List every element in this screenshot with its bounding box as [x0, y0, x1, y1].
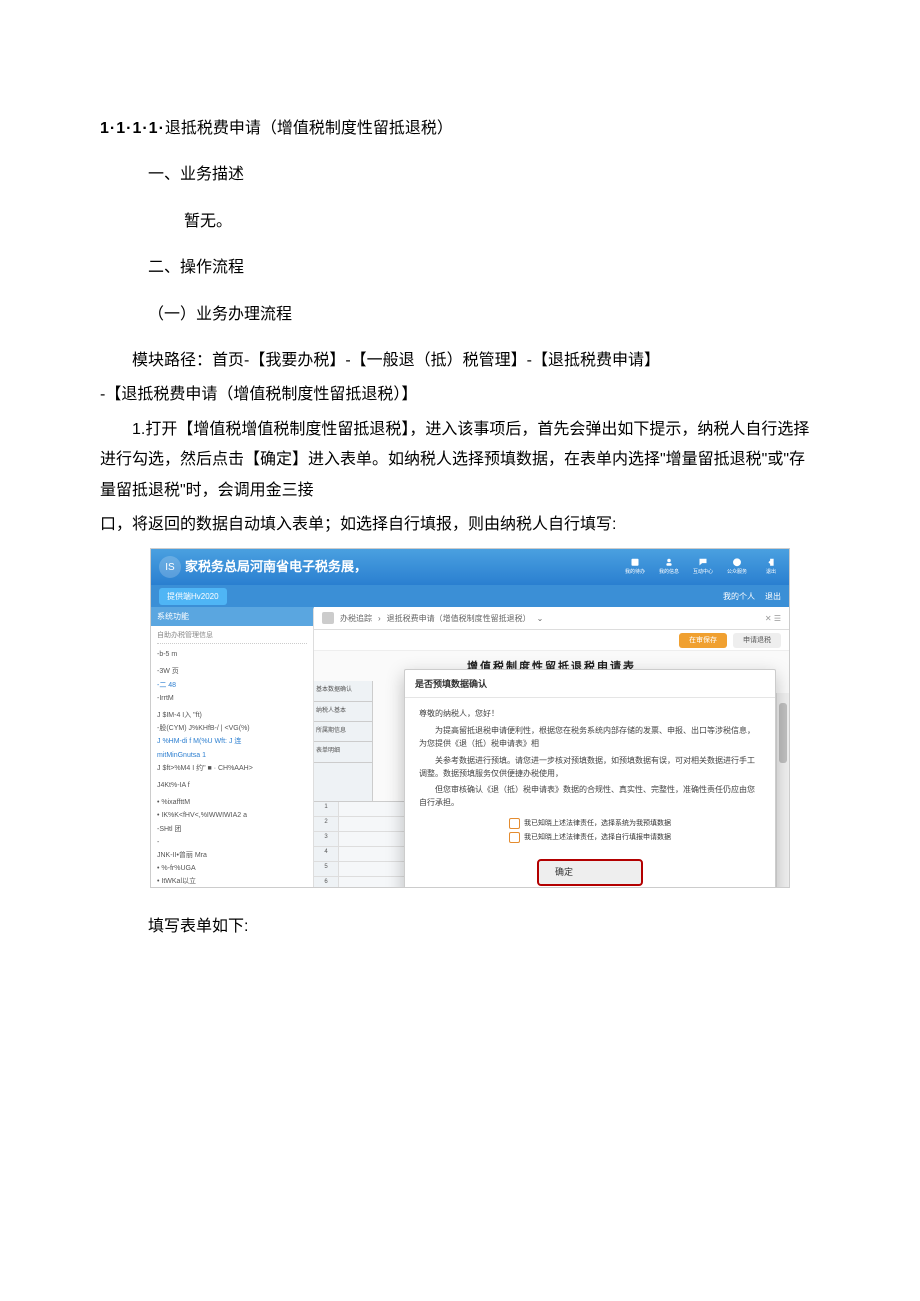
header-icon-todo[interactable]: 我的待办 — [625, 557, 645, 577]
reset-button[interactable]: 申请退税 — [733, 633, 781, 648]
sidebar-item[interactable]: • IK%K<fHV<,%IWWIWIA2 a — [157, 809, 307, 822]
header-icon-label: 我的待办 — [625, 568, 645, 578]
sidebar-item[interactable]: -股(CYM) J%KHfB-/ | <VG(%) — [157, 722, 307, 735]
modal-paragraph: 为提高留抵退税申请便利性，根据您在税务系统内部存储的发票、申报、出口等涉税信息，… — [419, 725, 761, 751]
modal-paragraph: 关参考数据进行预填。请您进一步核对预填数据，如预填数据有误，可对相关数据进行手工… — [419, 755, 761, 781]
option-self-fill[interactable]: 我已知晓上述法律责任，选择自行填报申请数据 — [509, 832, 671, 843]
toolbar: 在审保存 申请退税 — [314, 630, 789, 651]
module-path-1: 模块路径：首页-【我要办税】-【一般退（抵）税管理】-【退抵税费申请】 — [100, 346, 820, 376]
sidebar-item[interactable]: J4Kt%-IA f — [157, 779, 307, 792]
option-prefill[interactable]: 我已知晓上述法律责任，选择系统为我预填数据 — [509, 818, 671, 829]
crumb-1[interactable]: 办税追踪 — [340, 611, 372, 626]
after-shot-text: 填写表单如下: — [148, 912, 820, 942]
sidebar-item[interactable]: - — [157, 836, 307, 849]
main-panel: 办税追踪 › 退抵税费申请（增值税制度性留抵退税） ⌄ ✕ ☰ 在审保存 申请退… — [314, 607, 789, 887]
save-button[interactable]: 在审保存 — [679, 633, 727, 648]
app-title: 家税务总局河南省电子税务展， — [185, 555, 367, 580]
form-left-label: 表单明细 — [314, 742, 372, 762]
app-screenshot: IS 家税务总局河南省电子税务展， 我的待办 我的信息 互动中心 公众服务 — [150, 548, 790, 888]
header-icon-info[interactable]: 我的信息 — [659, 557, 679, 577]
form-left-label: 纳税人基本 — [314, 702, 372, 722]
form-left-label: 所属期信息 — [314, 722, 372, 742]
subheader-link-1[interactable]: 我的个人 — [723, 589, 755, 604]
header-icon-public[interactable]: 公众服务 — [727, 557, 747, 577]
header-icon-row: 我的待办 我的信息 互动中心 公众服务 退出 — [625, 557, 781, 577]
section-1-body: 暂无。 — [184, 207, 820, 237]
heading-number: 1·1·1·1· — [100, 120, 165, 137]
sidebar-item[interactable]: -IrrtM — [157, 692, 307, 705]
sidebar-item[interactable]: • %ixaffttM — [157, 796, 307, 809]
sidebar-item[interactable]: • ItWKal以立 — [157, 875, 307, 887]
header-icon-label: 公众服务 — [727, 568, 747, 578]
form-area: 增值税制度性留抵退税申请表 基本数据确认 纳税人基本 所属期信息 表单明细 1 … — [314, 651, 789, 887]
crumb-chevron-icon[interactable]: ⌄ — [537, 611, 544, 626]
sidebar-item[interactable]: J %HM-di f M(%U Wft: J 连 — [157, 735, 307, 748]
doc-heading: 1·1·1·1·退抵税费申请（增值税制度性留抵退税） — [100, 114, 820, 144]
subheader-badge[interactable]: 提供端Hv2020 — [159, 588, 227, 605]
header-icon-interact[interactable]: 互动中心 — [693, 557, 713, 577]
crumb-2[interactable]: 退抵税费申请（增值税制度性留抵退税） — [387, 611, 531, 626]
modal-options: 我已知晓上述法律责任，选择系统为我预填数据 我已知晓上述法律责任，选择自行填报申… — [419, 818, 761, 843]
sidebar-item[interactable]: mitMinGnutsa 1 — [157, 749, 307, 762]
form-left-label: 基本数据确认 — [314, 681, 372, 701]
heading-text: 退抵税费申请（增值税制度性留抵退税） — [165, 120, 453, 137]
section-2-sub1: （一）业务办理流程 — [148, 300, 820, 330]
sidebar-subtitle: 自助办税管理信息 — [157, 630, 307, 644]
app-logo: IS — [159, 556, 181, 578]
close-icon[interactable]: ✕ ☰ — [765, 611, 781, 626]
section-2-title: 二、操作流程 — [148, 253, 820, 283]
confirm-modal: 是否预填数据确认 尊敬的纳税人，您好！ 为提高留抵退税申请便利性，根据您在税务系… — [404, 669, 776, 887]
module-path-2: -【退抵税费申请（增值税制度性留抵退税）】 — [100, 380, 820, 410]
confirm-button[interactable]: 确定 — [537, 859, 643, 886]
option-label: 我已知晓上述法律责任，选择系统为我预填数据 — [524, 818, 671, 829]
app-header: IS 家税务总局河南省电子税务展， 我的待办 我的信息 互动中心 公众服务 — [151, 549, 789, 585]
header-icon-label: 互动中心 — [693, 568, 713, 578]
step-1-a: 1.打开【增值税增值税制度性留抵退税】，进入该事项后，首先会弹出如下提示，纳税人… — [100, 415, 820, 506]
breadcrumb: 办税追踪 › 退抵税费申请（增值税制度性留抵退税） ⌄ ✕ ☰ — [314, 607, 789, 630]
app-logo-text: IS — [165, 558, 174, 577]
sidebar-item[interactable]: -3W 页 — [157, 665, 307, 678]
option-label: 我已知晓上述法律责任，选择自行填报申请数据 — [524, 832, 671, 843]
header-icon-label: 退出 — [766, 568, 776, 578]
sidebar-item[interactable]: -SHtl 团 — [157, 823, 307, 836]
step-1-b: 口，将返回的数据自动填入表单；如选择自行填报，则由纳税人自行填写: — [100, 510, 820, 540]
checkbox-icon[interactable] — [509, 832, 520, 843]
modal-paragraph: 但您审核确认《退（抵）税申请表》数据的合规性、真实性、完整性，准确性责任仍应由您… — [419, 784, 761, 810]
sidebar-item[interactable]: J $IM-4 I入 "ft) — [157, 709, 307, 722]
home-icon[interactable] — [322, 612, 334, 624]
modal-body: 尊敬的纳税人，您好！ 为提高留抵退税申请便利性，根据您在税务系统内部存储的发票、… — [405, 698, 775, 859]
header-icon-exit[interactable]: 退出 — [761, 557, 781, 577]
checkbox-icon[interactable] — [509, 818, 520, 829]
header-icon-label: 我的信息 — [659, 568, 679, 578]
sidebar-title: 系统功能 — [151, 609, 313, 626]
scrollbar-thumb[interactable] — [779, 703, 787, 763]
crumb-sep: › — [378, 611, 381, 626]
modal-greeting: 尊敬的纳税人，您好！ — [419, 708, 761, 721]
sidebar: 系统功能 自助办税管理信息 -b-5 m -3W 页 -二 48 -IrrtM … — [151, 607, 314, 887]
sidebar-item[interactable]: -二 48 — [157, 679, 307, 692]
app-subheader: 提供端Hv2020 我的个人 退出 — [151, 585, 789, 607]
section-1-title: 一、业务描述 — [148, 160, 820, 190]
sidebar-item[interactable]: -b-5 m — [157, 648, 307, 661]
sidebar-item[interactable]: JNK-II•曾丽 Mra — [157, 849, 307, 862]
sidebar-item[interactable]: • %-fr%UGA — [157, 862, 307, 875]
scrollbar[interactable] — [776, 693, 789, 887]
modal-title: 是否预填数据确认 — [405, 670, 775, 698]
sidebar-item[interactable]: J $ft>%M4 I 约" ■ · CH%AAH> — [157, 762, 307, 775]
subheader-link-2[interactable]: 退出 — [765, 589, 781, 604]
